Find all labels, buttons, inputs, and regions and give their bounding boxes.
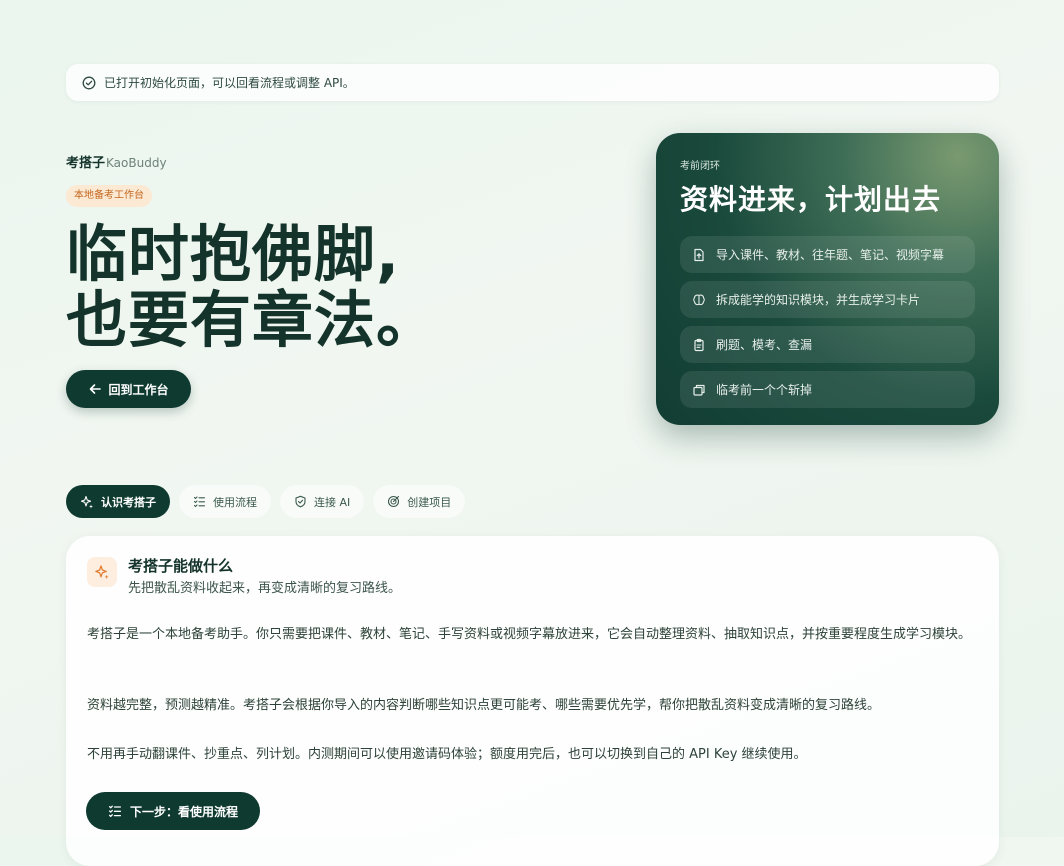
about-panel: 考搭子能做什么 先把散乱资料收起来，再变成清晰的复习路线。 考搭子是一个本地备考…: [66, 536, 999, 866]
section-tabs: 认识考搭子 使用流程 连接 AI 创建项目: [66, 485, 466, 518]
brand: 考搭子 KaoBuddy: [66, 152, 167, 171]
panel-paragraph: 资料越完整，预测越精准。考搭子会根据你导入的内容判断哪些知识点更可能考、哪些需要…: [87, 698, 881, 713]
brand-name-zh: 考搭子: [66, 156, 106, 171]
panel-paragraph: 不用再手动翻课件、抄重点、列计划。内测期间可以使用邀请码体验；额度用完后，也可以…: [87, 747, 807, 762]
card-title: 资料进来，计划出去: [680, 183, 942, 216]
card-item: 刷题、模考、查漏: [680, 326, 975, 363]
tab-about[interactable]: 认识考搭子: [66, 485, 170, 518]
tab-connect-ai[interactable]: 连接 AI: [280, 485, 365, 518]
notice-bar: 已打开初始化页面，可以回看流程或调整 API。: [66, 64, 999, 101]
panel-subtitle: 先把散乱资料收起来，再变成清晰的复习路线。: [128, 581, 402, 596]
next-step-button[interactable]: 下一步：看使用流程: [86, 792, 260, 830]
tab-create-project[interactable]: 创建项目: [373, 485, 466, 518]
panel-icon-box: [87, 557, 117, 587]
panel-paragraph: 考搭子是一个本地备考助手。你只需要把课件、教材、笔记、手写资料或视频字幕放进来，…: [87, 627, 972, 642]
brain-icon: [693, 294, 705, 305]
shield-icon: [295, 495, 306, 508]
target-icon: [388, 495, 400, 508]
card-item-label: 刷题、模考、查漏: [716, 338, 813, 352]
card-eyebrow: 考前闭环: [680, 161, 720, 172]
checklist-icon: [108, 805, 122, 818]
notice-text: 已打开初始化页面，可以回看流程或调整 API。: [104, 76, 355, 90]
sparkle-icon: [95, 565, 109, 579]
panel-title: 考搭子能做什么: [128, 557, 234, 575]
loop-card: 考前闭环 资料进来，计划出去 导入课件、教材、往年题、笔记、视频字幕 拆成能学的…: [656, 133, 999, 425]
card-item: 临考前一个个斩掉: [680, 371, 975, 408]
tab-label: 连接 AI: [314, 495, 351, 509]
sparkle-icon: [80, 495, 93, 508]
next-step-label: 下一步：看使用流程: [129, 804, 238, 819]
hero-line-2: 也要有章法。: [66, 285, 439, 356]
card-item: 拆成能学的知识模块，并生成学习卡片: [680, 281, 975, 318]
tab-workflow[interactable]: 使用流程: [179, 485, 271, 518]
check-circle-icon: [82, 76, 96, 90]
file-upload-icon: [694, 248, 704, 261]
card-item: 导入课件、教材、往年题、笔记、视频字幕: [680, 236, 975, 273]
tab-label: 认识考搭子: [101, 495, 156, 509]
workspace-tag: 本地备考工作台: [66, 185, 152, 207]
clipboard-icon: [694, 338, 704, 351]
tab-label: 创建项目: [407, 495, 452, 509]
hero-headline: 临时抱佛脚, 也要有章法。: [66, 222, 438, 354]
back-to-workspace-button[interactable]: 回到工作台: [66, 370, 191, 408]
brand-name-en: KaoBuddy: [106, 156, 167, 170]
back-button-label: 回到工作台: [108, 382, 169, 397]
card-item-label: 临考前一个个斩掉: [716, 383, 813, 397]
checklist-icon: [193, 496, 206, 508]
arrow-left-icon: [90, 384, 102, 394]
hero-line-1: 临时抱佛脚,: [66, 219, 401, 290]
layers-icon: [693, 384, 705, 396]
card-item-label: 导入课件、教材、往年题、笔记、视频字幕: [716, 248, 945, 262]
tab-label: 使用流程: [213, 495, 257, 509]
card-items: 导入课件、教材、往年题、笔记、视频字幕 拆成能学的知识模块，并生成学习卡片 刷题…: [680, 236, 975, 408]
card-item-label: 拆成能学的知识模块，并生成学习卡片: [716, 293, 921, 307]
